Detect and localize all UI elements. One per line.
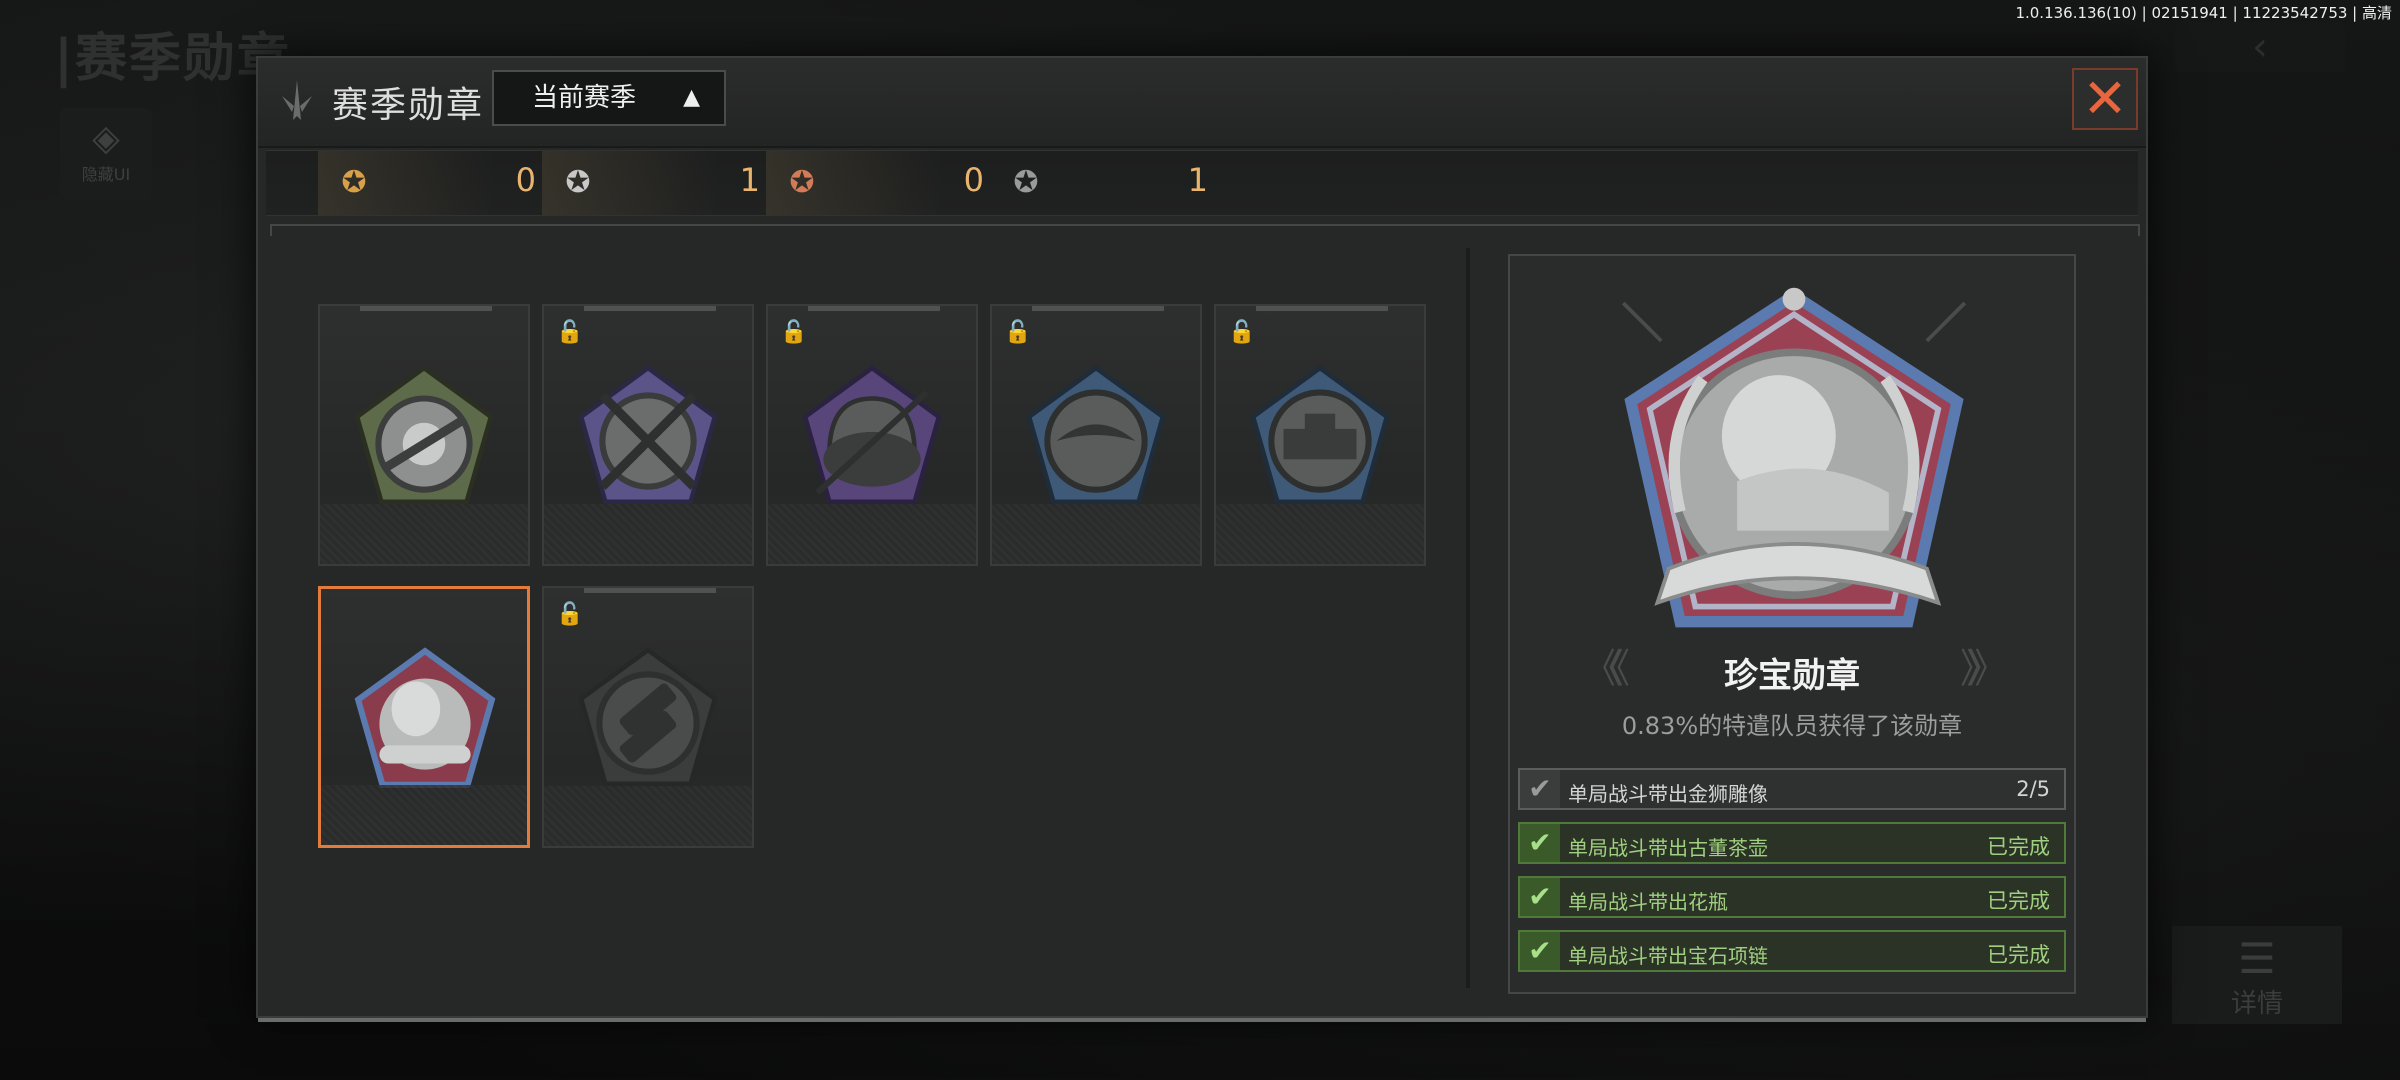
- modal-title: 赛季勋章: [332, 85, 485, 126]
- season-dropdown-label: 当前赛季: [532, 83, 637, 113]
- task-status: 2/5: [2016, 777, 2050, 801]
- modal-header: 赛季勋章 当前赛季 ▲ ✕: [258, 58, 2146, 148]
- silver-medal-icon: ✪: [565, 165, 591, 200]
- lock-icon: 🔓: [556, 320, 584, 345]
- panel-divider: [1466, 248, 1470, 988]
- task-text: 单局战斗带出金狮雕像: [1568, 782, 1768, 806]
- tank-medal-icon: [1250, 365, 1390, 505]
- task-row: ✔ 单局战斗带出宝石项链 已完成: [1518, 930, 2066, 972]
- eye-hidden-icon: ◈: [92, 118, 120, 159]
- hide-ui-button[interactable]: ◈ 隐藏UI: [60, 108, 152, 200]
- bronze-medal-icon: ✪: [789, 165, 815, 200]
- medal-grid: 🔓 🔓 🔓 🔓 🔓: [318, 248, 1468, 988]
- medal-count-value: 1: [1187, 161, 1208, 199]
- wing-logo-icon: [272, 76, 322, 126]
- task-text: 单局战斗带出花瓶: [1568, 890, 1728, 914]
- close-button[interactable]: ✕: [2072, 68, 2138, 130]
- task-row: ✔ 单局战斗带出金狮雕像 2/5: [1518, 768, 2066, 810]
- medal-count-value: 0: [963, 161, 984, 199]
- sniper-medal-icon: [354, 365, 494, 505]
- medal-count-bronze: ✪ 0: [766, 151, 986, 215]
- task-status: 已完成: [1987, 889, 2050, 913]
- lock-icon: 🔓: [556, 602, 584, 627]
- back-arrow-icon: ‹: [2252, 24, 2268, 70]
- medal-count-gray: ✪ 1: [990, 151, 1210, 215]
- gold-medal-icon: ✪: [341, 165, 367, 200]
- close-icon: ✕: [2082, 67, 2128, 130]
- check-icon: ✔: [1520, 770, 1560, 808]
- medal-card-helmet[interactable]: 🔓: [766, 304, 978, 566]
- medal-count-value: 1: [739, 161, 760, 199]
- panel-frame: [270, 224, 2140, 236]
- lock-icon: 🔓: [1004, 320, 1032, 345]
- medal-name: 珍宝勋章: [1724, 656, 1860, 696]
- modal-bottom-line: [258, 1018, 2146, 1022]
- medal-detail-panel: 《《 》》 珍宝勋章 0.83%的特遣队员获得了该勋章 ✔ 单局战斗带出金狮雕像…: [1508, 254, 2076, 994]
- back-button[interactable]: ‹: [2175, 22, 2345, 72]
- crossed-rifles-medal-icon: [578, 365, 718, 505]
- lion-medal-large-icon: [1621, 287, 1967, 628]
- task-status: 已完成: [1987, 943, 2050, 967]
- check-icon: ✔: [1520, 824, 1560, 862]
- lion-medal-icon: [354, 647, 496, 788]
- medal-card-sniper[interactable]: [318, 304, 530, 566]
- season-medal-modal: 赛季勋章 当前赛季 ▲ ✕ ✪ 0 ✪ 1 ✪ 0 ✪ 1 🔓 🔓 🔓 🔓 🔓 …: [256, 56, 2148, 1022]
- task-status: 已完成: [1987, 835, 2050, 859]
- hide-ui-label: 隐藏UI: [81, 165, 131, 184]
- medal-description: 0.83%的特遣队员获得了该勋章: [1621, 712, 1963, 740]
- medal-card-eagle[interactable]: 🔓: [990, 304, 1202, 566]
- medal-card-tank[interactable]: 🔓: [1214, 304, 1426, 566]
- check-icon: ✔: [1520, 878, 1560, 916]
- medal-count-silver: ✪ 1: [542, 151, 762, 215]
- task-row: ✔ 单局战斗带出古董茶壶 已完成: [1518, 822, 2066, 864]
- detail-button[interactable]: ☰ 详情: [2172, 926, 2342, 1024]
- medal-counts-bar: ✪ 0 ✪ 1 ✪ 0 ✪ 1: [266, 150, 2138, 216]
- medal-count-value: 0: [515, 161, 536, 199]
- helmet-medal-icon: [802, 365, 942, 505]
- gray-medal-icon: ✪: [1013, 165, 1039, 200]
- task-row: ✔ 单局战斗带出花瓶 已完成: [1518, 876, 2066, 918]
- season-dropdown[interactable]: 当前赛季 ▲: [492, 70, 726, 126]
- medal-card-dark[interactable]: 🔓: [542, 586, 754, 848]
- medal-count-gold: ✪ 0: [318, 151, 538, 215]
- task-text: 单局战斗带出古董茶壶: [1568, 836, 1768, 860]
- medal-card-crossed-rifles[interactable]: 🔓: [542, 304, 754, 566]
- lock-icon: 🔓: [780, 320, 808, 345]
- task-text: 单局战斗带出宝石项链: [1568, 944, 1768, 968]
- list-icon: ☰: [2238, 934, 2276, 983]
- chevron-up-icon: ▲: [683, 85, 700, 110]
- medal-card-treasure[interactable]: [318, 586, 530, 848]
- version-info: 1.0.136.136(10) | 02151941 | 11223542753…: [2015, 4, 2392, 22]
- detail-label: 详情: [2230, 989, 2283, 1019]
- dark-medal-icon: [578, 647, 718, 787]
- lock-icon: 🔓: [1228, 320, 1256, 345]
- check-icon: ✔: [1520, 932, 1560, 970]
- eagle-medal-icon: [1026, 365, 1166, 505]
